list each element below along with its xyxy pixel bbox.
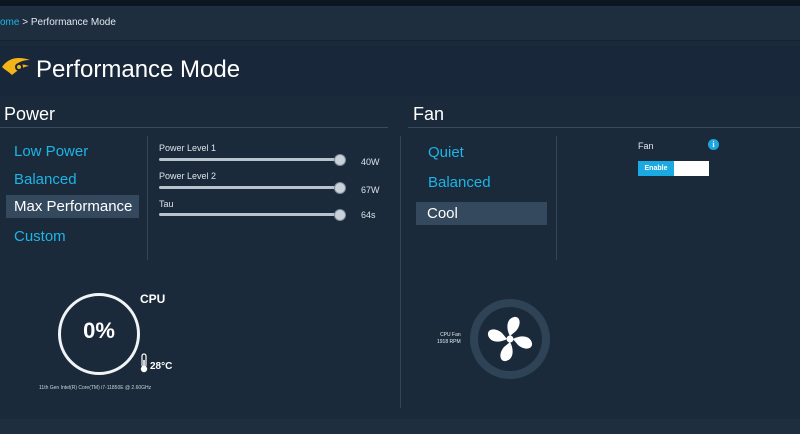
power-level-2-track — [159, 186, 341, 189]
cpu-fan-rpm: 1918 RPM — [437, 339, 461, 345]
fan-mode-cool[interactable]: Cool — [416, 202, 547, 225]
power-level-2-label: Power Level 2 — [159, 171, 217, 181]
cpu-fan-label: CPU Fan 1918 RPM — [437, 332, 461, 346]
tau-track — [159, 213, 341, 216]
breadcrumb-home-link[interactable]: ome — [0, 17, 19, 28]
power-mode-low-power[interactable]: Low Power — [14, 143, 88, 160]
breadcrumb: ome > Performance Mode — [0, 17, 116, 28]
power-column-separator — [147, 136, 148, 260]
power-level-1-label: Power Level 1 — [159, 143, 217, 153]
power-level-2-thumb[interactable] — [334, 182, 346, 194]
breadcrumb-current: Performance Mode — [30, 17, 116, 28]
power-level-1-value: 40W — [361, 157, 380, 167]
breadcrumb-separator: > — [19, 17, 31, 28]
fan-option-label: Fan — [638, 141, 654, 151]
fan-divider — [408, 127, 800, 128]
power-level-1-thumb[interactable] — [334, 154, 346, 166]
cpu-title: CPU — [140, 292, 166, 306]
page-title: Performance Mode — [36, 56, 241, 83]
fan-mode-quiet[interactable]: Quiet — [428, 144, 464, 161]
info-icon[interactable]: i — [708, 139, 719, 150]
tau-thumb[interactable] — [334, 209, 346, 221]
cpu-usage-value: 0% — [83, 318, 115, 343]
fan-icon — [487, 316, 533, 362]
power-mode-max-performance[interactable]: Max Performance — [6, 195, 139, 218]
power-mode-balanced[interactable]: Balanced — [14, 171, 77, 188]
fan-mode-balanced[interactable]: Balanced — [428, 174, 491, 191]
fan-enable-toggle-label[interactable]: Enable — [638, 161, 674, 176]
fan-column-separator — [556, 136, 557, 260]
section-separator — [400, 136, 401, 408]
bottom-bar — [0, 419, 800, 434]
power-mode-custom[interactable]: Custom — [14, 228, 66, 245]
tau-value: 64s — [361, 210, 376, 220]
cpu-model-name: 11th Gen Intel(R) Core(TM) i7-11850Ε @ 2… — [39, 385, 152, 391]
power-level-2-value: 67W — [361, 185, 380, 195]
tau-label: Tau — [159, 199, 174, 209]
cpu-fan-label-line1: CPU Fan — [440, 332, 461, 338]
cpu-temperature: 28°C — [150, 361, 173, 372]
performance-flame-logo-icon — [2, 58, 30, 75]
thermometer-icon — [140, 353, 148, 373]
power-section-title: Power — [4, 104, 56, 124]
fan-section-title: Fan — [413, 104, 445, 124]
power-divider — [0, 127, 388, 128]
power-level-1-track — [159, 158, 341, 161]
breadcrumb-bar — [0, 6, 800, 41]
